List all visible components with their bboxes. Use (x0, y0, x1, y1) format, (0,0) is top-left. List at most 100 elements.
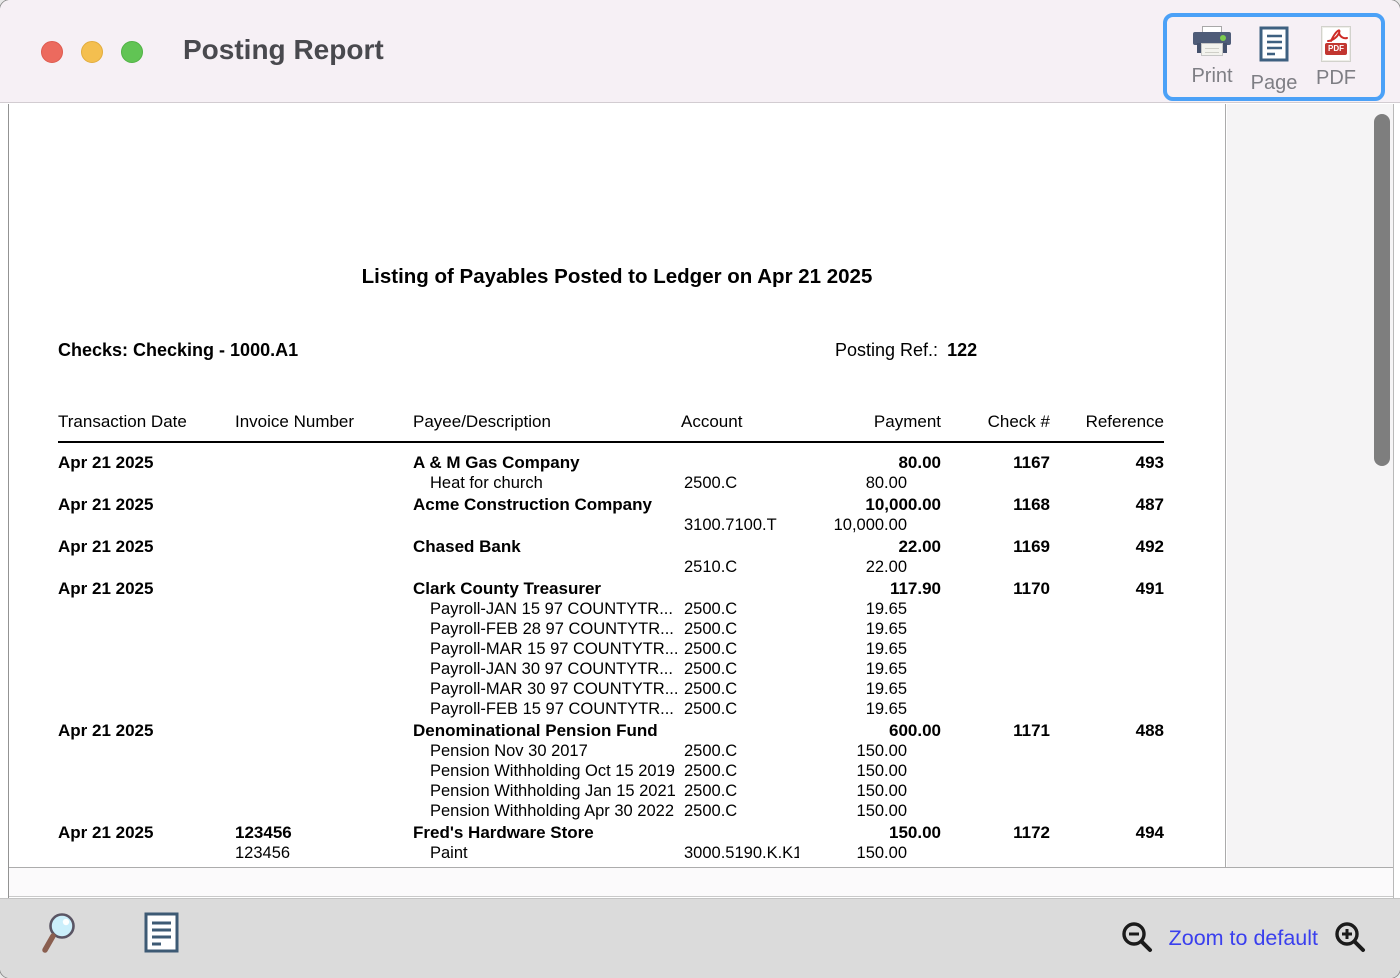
cell-check (941, 557, 1050, 577)
cell-payee: Acme Construction Company (413, 495, 681, 515)
magnify-button[interactable] (40, 911, 78, 960)
cell-reference (1050, 679, 1164, 699)
cell-payee: A & M Gas Company (413, 453, 681, 473)
cell-date (58, 801, 235, 821)
report-detail-row: 2510.C22.00 (58, 557, 1164, 577)
cell-reference: 487 (1050, 495, 1164, 515)
printer-icon (1193, 26, 1231, 60)
zoom-in-button[interactable] (1333, 920, 1367, 957)
cell-reference (1050, 557, 1164, 577)
cell-date (58, 659, 235, 679)
cell-amount: 19.65 (799, 659, 941, 679)
cell-description: Payroll-FEB 28 97 COUNTYTR... (413, 619, 681, 639)
cell-date (58, 619, 235, 639)
close-button[interactable] (41, 41, 63, 63)
report-row: Apr 21 2025Denominational Pension Fund60… (58, 721, 1164, 741)
cell-description: Payroll-JAN 15 97 COUNTYTR... (413, 599, 681, 619)
bottom-toolbar: Zoom to default (0, 898, 1400, 978)
cell-reference (1050, 741, 1164, 761)
cell-account: 2500.C (681, 659, 799, 679)
report-detail-row: Payroll-MAR 15 97 COUNTYTR...2500.C19.65 (58, 639, 1164, 659)
horizontal-scrollbar-track[interactable] (9, 867, 1393, 897)
cell-reference: 491 (1050, 579, 1164, 599)
cell-amount: 19.65 (799, 699, 941, 719)
zoom-out-button[interactable] (1120, 920, 1154, 957)
maximize-button[interactable] (121, 41, 143, 63)
page-button[interactable]: Page (1243, 26, 1305, 97)
cell-date (58, 599, 235, 619)
cell-invoice (235, 515, 413, 535)
cell-amount: 19.65 (799, 619, 941, 639)
cell-invoice (235, 453, 413, 473)
cell-payee: Clark County Treasurer (413, 579, 681, 599)
print-label: Print (1191, 65, 1232, 88)
cell-account: 2500.C (681, 599, 799, 619)
print-button[interactable]: Print (1181, 26, 1243, 97)
cell-check (941, 781, 1050, 801)
cell-check (941, 761, 1050, 781)
cell-account (681, 453, 799, 473)
cell-invoice (235, 659, 413, 679)
cell-check: 1171 (941, 721, 1050, 741)
posting-report-window: Posting Report Print (0, 0, 1400, 978)
cell-account: 3000.5190.K.K1 (681, 843, 799, 863)
zoom-to-default-link[interactable]: Zoom to default (1169, 926, 1318, 951)
cell-reference: 492 (1050, 537, 1164, 557)
report-row: Apr 21 2025Clark County Treasurer117.901… (58, 579, 1164, 599)
table-body: Apr 21 2025A & M Gas Company80.001167493… (58, 451, 1164, 867)
report-row: Apr 21 2025Chased Bank22.001169492 (58, 537, 1164, 557)
header-rule (58, 441, 1164, 443)
cell-date (58, 515, 235, 535)
cell-invoice (235, 619, 413, 639)
report-detail-row: Payroll-MAR 30 97 COUNTYTR...2500.C19.65 (58, 679, 1164, 699)
cell-check (941, 619, 1050, 639)
cell-date (58, 679, 235, 699)
cell-reference (1050, 843, 1164, 863)
cell-reference (1050, 619, 1164, 639)
cell-invoice (235, 721, 413, 741)
cell-account: 2500.C (681, 639, 799, 659)
table-header-row: Transaction DateInvoice NumberPayee/Desc… (58, 412, 1164, 432)
minimize-button[interactable] (81, 41, 103, 63)
cell-account (681, 537, 799, 557)
posting-ref-label: Posting Ref.: (835, 340, 938, 360)
cell-account: 2500.C (681, 741, 799, 761)
cell-account: 2500.C (681, 781, 799, 801)
cell-invoice (235, 537, 413, 557)
report-title: Listing of Payables Posted to Ledger on … (9, 265, 1225, 289)
cell-account: 2500.C (681, 699, 799, 719)
vertical-scrollbar-thumb[interactable] (1374, 114, 1390, 466)
cell-invoice (235, 679, 413, 699)
cell-invoice (235, 801, 413, 821)
cell-account: 2500.C (681, 473, 799, 493)
report-viewport: Listing of Payables Posted to Ledger on … (0, 104, 1400, 898)
cell-invoice (235, 741, 413, 761)
cell-amount: 10,000.00 (799, 515, 941, 535)
posting-ref: Posting Ref.:122 (835, 340, 977, 361)
cell-reference (1050, 801, 1164, 821)
cell-invoice (235, 473, 413, 493)
cell-date (58, 557, 235, 577)
cell-check: 1169 (941, 537, 1050, 557)
cell-payment: 80.00 (799, 453, 941, 473)
cell-reference (1050, 473, 1164, 493)
cell-payee: Denominational Pension Fund (413, 721, 681, 741)
column-header: Invoice Number (235, 412, 413, 432)
cell-invoice (235, 699, 413, 719)
document-view-button[interactable] (144, 912, 180, 957)
cell-amount: 150.00 (799, 801, 941, 821)
column-header: Payment (799, 412, 941, 432)
cell-description: Payroll-MAR 30 97 COUNTYTR... (413, 679, 681, 699)
report-detail-row: 3100.7100.T10,000.00 (58, 515, 1164, 535)
report-detail-row: Pension Withholding Jan 15 20212500.C150… (58, 781, 1164, 801)
cell-check (941, 843, 1050, 863)
report-detail-row: Payroll-JAN 15 97 COUNTYTR...2500.C19.65 (58, 599, 1164, 619)
report-row: Apr 21 2025A & M Gas Company80.001167493 (58, 453, 1164, 473)
cell-date: Apr 21 2025 (58, 721, 235, 741)
report-row: Apr 21 2025Acme Construction Company10,0… (58, 495, 1164, 515)
cell-amount: 22.00 (799, 557, 941, 577)
cell-amount: 150.00 (799, 781, 941, 801)
pdf-button[interactable]: PDF PDF (1305, 26, 1367, 97)
cell-date (58, 473, 235, 493)
cell-check: 1170 (941, 579, 1050, 599)
